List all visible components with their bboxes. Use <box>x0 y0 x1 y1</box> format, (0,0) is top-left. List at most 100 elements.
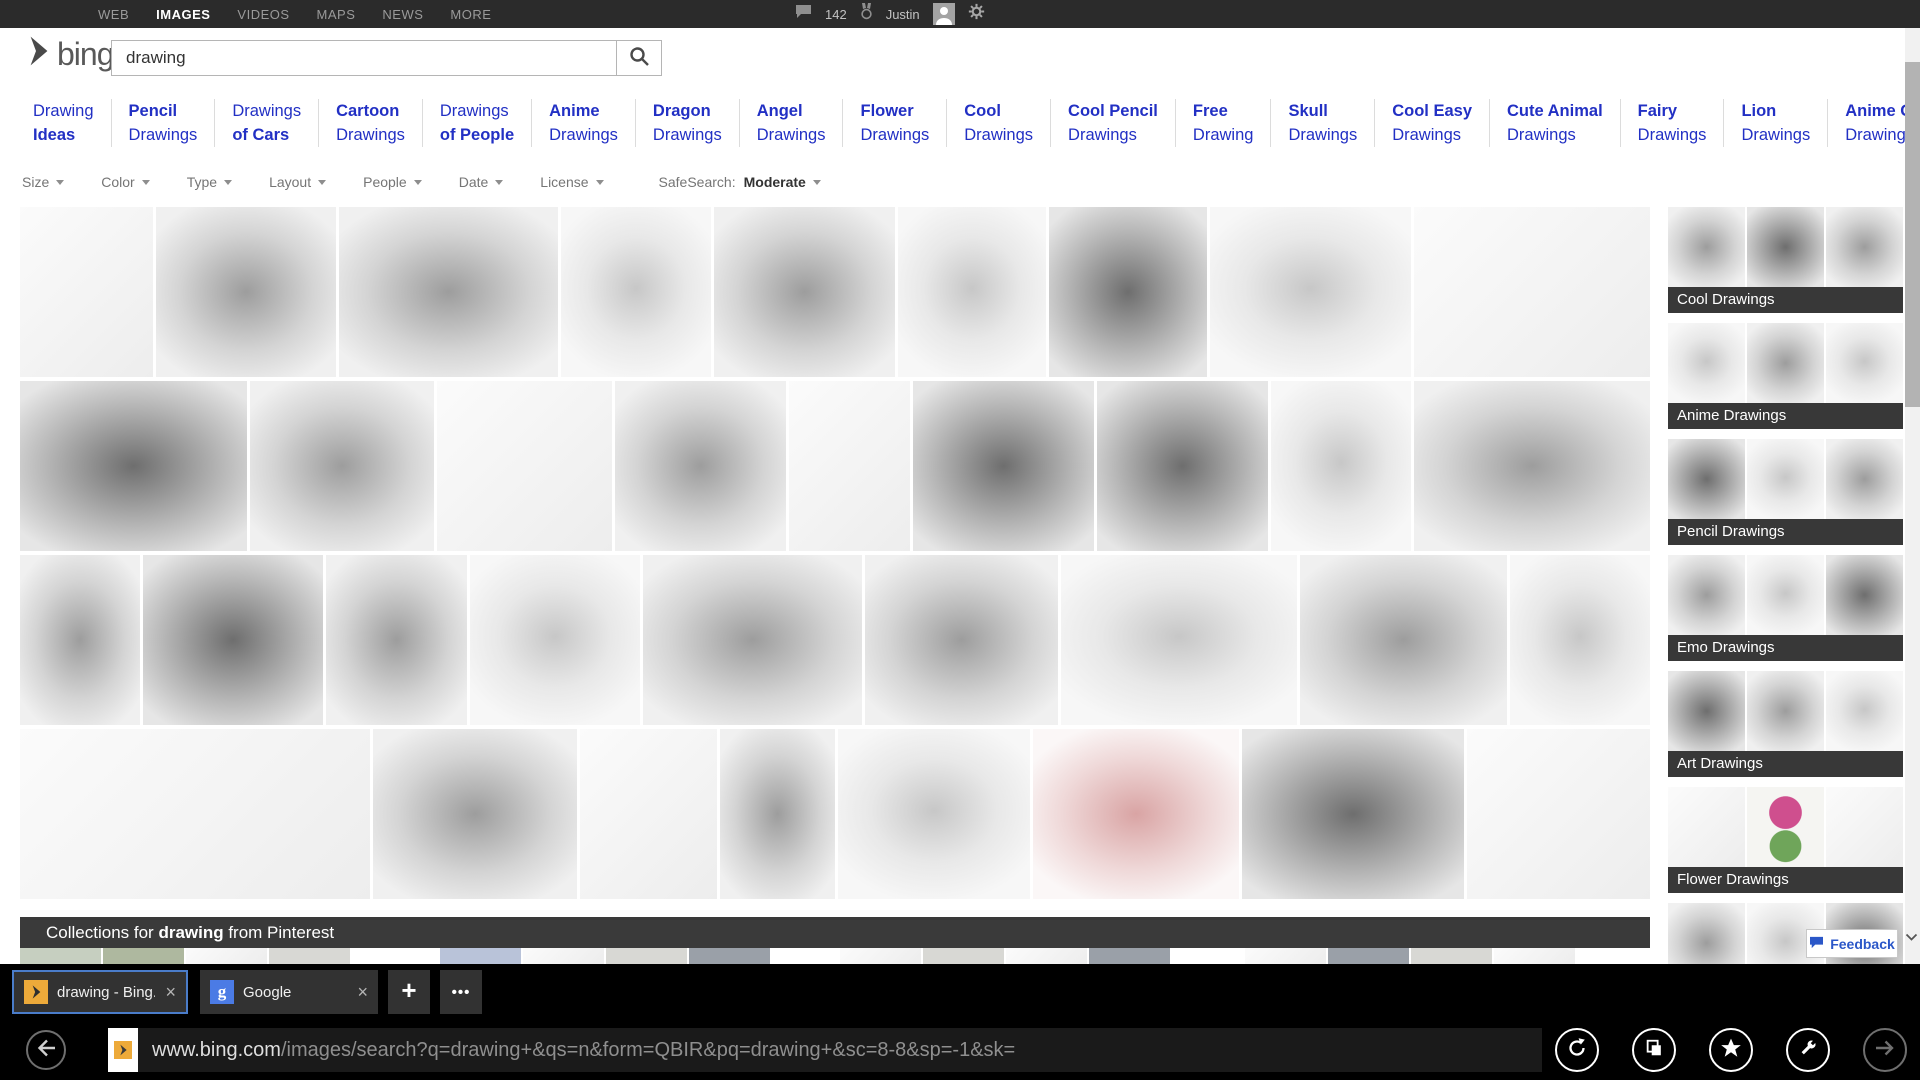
related-search-item[interactable]: DrawingIdeas <box>33 99 111 147</box>
pinterest-thumb[interactable] <box>440 948 521 964</box>
image-result[interactable] <box>20 381 247 551</box>
sidebar-collection[interactable]: Anime Drawings <box>1668 323 1903 429</box>
address-bar[interactable]: www.bing.com/images/search?q=drawing+&qs… <box>108 1028 1542 1072</box>
image-result[interactable] <box>143 555 322 725</box>
favorites-button[interactable] <box>1709 1028 1753 1072</box>
image-result[interactable] <box>561 207 711 377</box>
pinterest-thumb[interactable] <box>1328 948 1409 964</box>
image-result[interactable] <box>913 381 1094 551</box>
related-search-item[interactable]: Cool PencilDrawings <box>1050 99 1175 147</box>
pinterest-thumb[interactable] <box>1006 948 1087 964</box>
image-result[interactable] <box>250 381 434 551</box>
top-nav-videos[interactable]: VIDEOS <box>237 7 289 22</box>
related-search-item[interactable]: AnimeDrawings <box>531 99 635 147</box>
scrollbar-thumb[interactable] <box>1905 62 1920 407</box>
tab-close-icon[interactable]: × <box>357 982 368 1003</box>
pinterest-thumb[interactable] <box>1245 948 1326 964</box>
sidebar-collection[interactable]: Flower Drawings <box>1668 787 1903 893</box>
pinterest-thumb[interactable] <box>689 948 770 964</box>
tab-close-icon[interactable]: × <box>165 982 176 1003</box>
top-nav-images[interactable]: IMAGES <box>156 7 210 22</box>
filter-people[interactable]: People <box>363 174 422 190</box>
search-input[interactable] <box>112 41 616 75</box>
sidebar-collection[interactable]: Cool Drawings <box>1668 207 1903 313</box>
sidebar-collection[interactable]: Pencil Drawings <box>1668 439 1903 545</box>
pinterest-thumb[interactable] <box>269 948 350 964</box>
image-result[interactable] <box>789 381 910 551</box>
filter-layout[interactable]: Layout <box>269 174 326 190</box>
related-search-item[interactable]: PencilDrawings <box>111 99 215 147</box>
filter-size[interactable]: Size <box>22 174 64 190</box>
related-search-item[interactable]: FreeDrawing <box>1175 99 1271 147</box>
related-search-item[interactable]: SkullDrawings <box>1270 99 1374 147</box>
image-result[interactable] <box>643 555 862 725</box>
filter-license[interactable]: License <box>540 174 603 190</box>
pinterest-thumb[interactable] <box>1411 948 1492 964</box>
pinterest-thumb[interactable] <box>606 948 687 964</box>
filter-color[interactable]: Color <box>101 174 149 190</box>
related-search-item[interactable]: CoolDrawings <box>946 99 1050 147</box>
image-result[interactable] <box>437 381 612 551</box>
image-result[interactable] <box>20 729 370 899</box>
image-result[interactable] <box>1049 207 1207 377</box>
new-tab-button[interactable]: + <box>388 970 430 1014</box>
top-nav-web[interactable]: WEB <box>98 7 129 22</box>
tab-drawing-bing-[interactable]: drawing - Bing...× <box>12 970 188 1014</box>
tabs-button[interactable] <box>1632 1028 1676 1072</box>
related-search-item[interactable]: Drawingsof People <box>422 99 531 147</box>
pinterest-thumb[interactable] <box>840 948 921 964</box>
filter-type[interactable]: Type <box>187 174 232 190</box>
top-nav-maps[interactable]: MAPS <box>317 7 356 22</box>
messages-icon[interactable] <box>795 4 812 24</box>
related-search-item[interactable]: Cute AnimalDrawings <box>1489 99 1620 147</box>
pinterest-thumb[interactable] <box>103 948 184 964</box>
image-result[interactable] <box>580 729 717 899</box>
image-result[interactable] <box>326 555 468 725</box>
scroll-down-icon[interactable] <box>1905 929 1918 947</box>
sidebar-collection[interactable]: Emo Drawings <box>1668 555 1903 661</box>
safesearch-dropdown[interactable]: Moderate <box>744 174 821 190</box>
image-result[interactable] <box>1300 555 1507 725</box>
related-search-item[interactable]: LionDrawings <box>1723 99 1827 147</box>
image-result[interactable] <box>1414 381 1650 551</box>
avatar[interactable] <box>933 3 955 25</box>
top-nav-more[interactable]: MORE <box>450 7 491 22</box>
related-search-item[interactable]: Drawingsof Cars <box>214 99 318 147</box>
rewards-medal-icon[interactable] <box>860 3 873 25</box>
more-tabs-button[interactable]: ••• <box>440 970 482 1014</box>
image-result[interactable] <box>1061 555 1297 725</box>
pinterest-thumb[interactable] <box>923 948 1004 964</box>
username[interactable]: Justin <box>886 7 920 22</box>
sidebar-collection[interactable]: Art Drawings <box>1668 671 1903 777</box>
forward-button[interactable] <box>1863 1028 1907 1072</box>
image-result[interactable] <box>720 729 836 899</box>
image-result[interactable] <box>1467 729 1650 899</box>
image-result[interactable] <box>1033 729 1239 899</box>
image-result[interactable] <box>865 555 1058 725</box>
feedback-button[interactable]: Feedback <box>1806 929 1898 958</box>
image-result[interactable] <box>339 207 558 377</box>
image-result[interactable] <box>470 555 639 725</box>
bing-logo[interactable]: bing <box>27 36 114 71</box>
related-search-item[interactable]: CartoonDrawings <box>318 99 422 147</box>
image-result[interactable] <box>1097 381 1267 551</box>
related-search-item[interactable]: FlowerDrawings <box>842 99 946 147</box>
pinterest-thumb[interactable] <box>523 948 604 964</box>
image-result[interactable] <box>1210 207 1411 377</box>
image-result[interactable] <box>20 555 140 725</box>
image-result[interactable] <box>1510 555 1650 725</box>
related-search-item[interactable]: AngelDrawings <box>739 99 843 147</box>
image-result[interactable] <box>615 381 785 551</box>
image-result[interactable] <box>1242 729 1464 899</box>
tab-google[interactable]: gGoogle× <box>200 970 378 1014</box>
pinterest-thumb[interactable] <box>186 948 267 964</box>
search-button[interactable] <box>616 41 661 75</box>
pinterest-thumb[interactable] <box>1089 948 1170 964</box>
image-result[interactable] <box>838 729 1030 899</box>
image-result[interactable] <box>156 207 336 377</box>
related-search-item[interactable]: Cool EasyDrawings <box>1374 99 1489 147</box>
pinterest-thumb[interactable] <box>20 948 101 964</box>
gear-icon[interactable] <box>968 3 985 25</box>
related-search-item[interactable]: FairyDrawings <box>1620 99 1724 147</box>
pinterest-thumb[interactable] <box>1494 948 1575 964</box>
